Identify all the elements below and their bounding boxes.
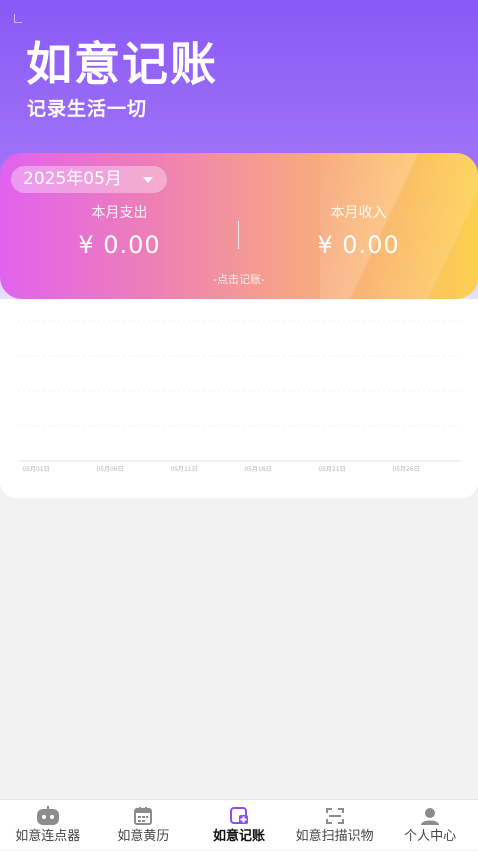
- tab-autoclicker[interactable]: 如意连点器: [0, 800, 96, 851]
- income-label: 本月收入: [330, 205, 387, 221]
- month-picker[interactable]: 2025年05月: [11, 166, 167, 193]
- x-tick-label: 05月26日: [392, 466, 419, 473]
- bottom-tab-bar: 如意连点器 如意黄历 如意记账 如意扫描识物 个人中心: [0, 799, 478, 850]
- corner-mark-icon: [14, 14, 22, 23]
- monthly-summary-card[interactable]: 2025年05月 本月支出 ¥ 0.00 本月收入 ¥ 0.00 -点击记账-: [0, 153, 478, 299]
- tab-almanac[interactable]: 如意黄历: [96, 800, 192, 851]
- tab-label: 如意记账: [212, 829, 265, 844]
- tab-label: 如意黄历: [117, 829, 170, 844]
- tab-scan[interactable]: 如意扫描识物: [287, 800, 383, 851]
- app-title: 如意记账: [26, 37, 218, 91]
- user-icon: [421, 808, 440, 825]
- x-tick-label: 05月01日: [22, 466, 49, 473]
- calendar-icon: [134, 807, 153, 825]
- tab-label: 如意扫描识物: [295, 829, 374, 844]
- caret-down-icon: [143, 177, 153, 183]
- x-tick-label: 05月11日: [170, 466, 197, 473]
- tab-label: 如意连点器: [15, 829, 81, 844]
- expense-value: ¥ 0.00: [78, 231, 161, 259]
- robot-icon: [36, 806, 59, 825]
- month-picker-label: 2025年05月: [23, 169, 122, 189]
- scan-icon: [325, 808, 344, 824]
- tab-label: 个人中心: [404, 829, 457, 844]
- chart-panel: 05月01日 05月06日 05月11日 05月16日 05月21日 05月26日: [0, 299, 478, 498]
- x-tick-label: 05月16日: [244, 466, 271, 473]
- income-value: ¥ 0.00: [317, 231, 400, 259]
- tab-ledger[interactable]: 如意记账: [191, 800, 287, 851]
- x-tick-label: 05月06日: [96, 466, 123, 473]
- ledger-icon: [229, 807, 248, 824]
- expense-label: 本月支出: [91, 205, 148, 221]
- record-hint-link[interactable]: -点击记账-: [0, 272, 478, 288]
- app-subtitle: 记录生活一切: [27, 98, 148, 120]
- trend-chart: 05月01日 05月06日 05月11日 05月16日 05月21日 05月26日: [18, 320, 462, 473]
- x-tick-label: 05月21日: [318, 466, 345, 473]
- tab-profile[interactable]: 个人中心: [382, 800, 478, 851]
